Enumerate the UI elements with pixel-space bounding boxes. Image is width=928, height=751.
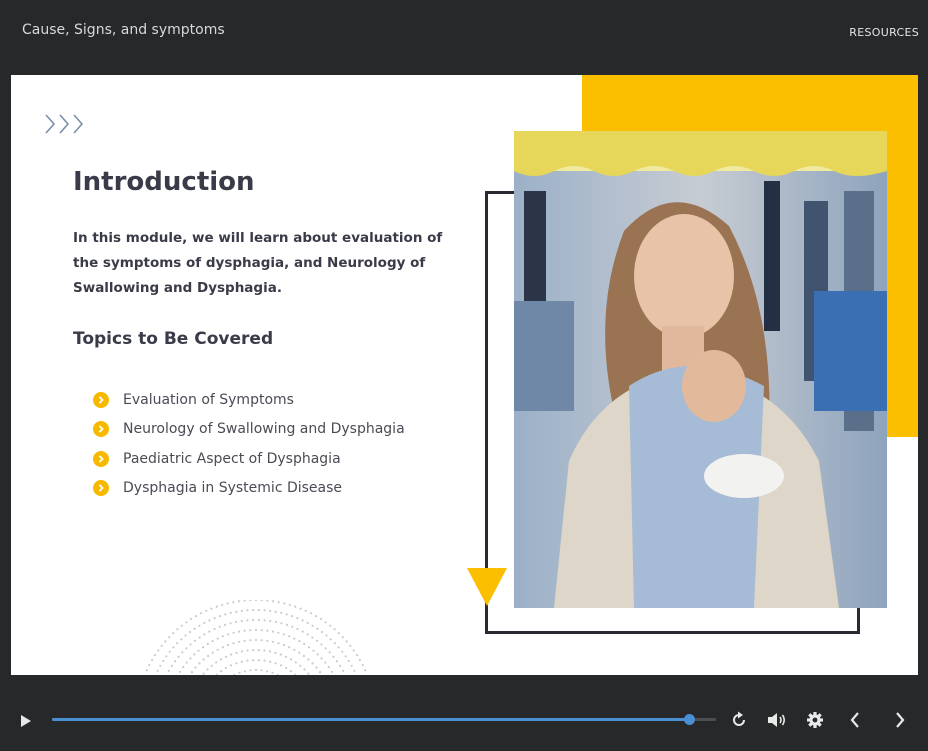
play-button[interactable] xyxy=(14,709,38,733)
replay-button[interactable] xyxy=(727,708,751,732)
list-item: Evaluation of Symptoms xyxy=(93,385,405,415)
chevron-circle-right-icon xyxy=(93,421,109,438)
triple-chevron-right-icon xyxy=(45,114,84,134)
list-item: Dysphagia in Systemic Disease xyxy=(93,474,405,504)
player-header: Cause, Signs, and symptoms RESOURCES xyxy=(0,0,928,75)
volume-button[interactable] xyxy=(765,708,789,732)
play-icon xyxy=(21,715,31,727)
chevron-circle-right-icon xyxy=(93,480,109,497)
woman-coughing-photo xyxy=(514,131,887,608)
slide-content: Introduction In this module, we will lea… xyxy=(11,75,918,675)
intro-text: In this module, we will learn about eval… xyxy=(73,230,443,296)
topic-label: Evaluation of Symptoms xyxy=(123,391,294,408)
chevron-left-icon xyxy=(850,712,859,728)
replay-icon xyxy=(733,711,745,726)
topic-label: Paediatric Aspect of Dysphagia xyxy=(123,450,341,467)
progress-fill xyxy=(52,718,690,721)
progress-track[interactable] xyxy=(52,714,716,725)
topics-list: Evaluation of Symptoms Neurology of Swal… xyxy=(93,385,405,503)
resources-button[interactable]: RESOURCES xyxy=(849,26,919,39)
previous-slide-button[interactable] xyxy=(843,708,867,732)
player-controls xyxy=(0,675,928,751)
chevron-circle-right-icon xyxy=(93,450,109,467)
topics-heading: Topics to Be Covered xyxy=(73,329,274,349)
slide-heading: Introduction xyxy=(73,167,255,197)
list-item: Neurology of Swallowing and Dysphagia xyxy=(93,415,405,445)
list-item: Paediatric Aspect of Dysphagia xyxy=(93,444,405,474)
progress-handle[interactable] xyxy=(684,714,696,725)
next-slide-button[interactable] xyxy=(888,708,912,732)
chevron-circle-right-icon xyxy=(93,391,109,408)
topic-label: Neurology of Swallowing and Dysphagia xyxy=(123,421,405,438)
volume-icon xyxy=(768,713,786,727)
course-title: Cause, Signs, and symptoms xyxy=(22,22,225,38)
decorative-dot-pattern xyxy=(145,600,367,675)
gear-icon xyxy=(807,712,823,728)
chevron-right-icon xyxy=(896,712,905,728)
triangle-marker-icon xyxy=(467,568,507,606)
topic-label: Dysphagia in Systemic Disease xyxy=(123,480,343,497)
settings-button[interactable] xyxy=(803,708,827,732)
